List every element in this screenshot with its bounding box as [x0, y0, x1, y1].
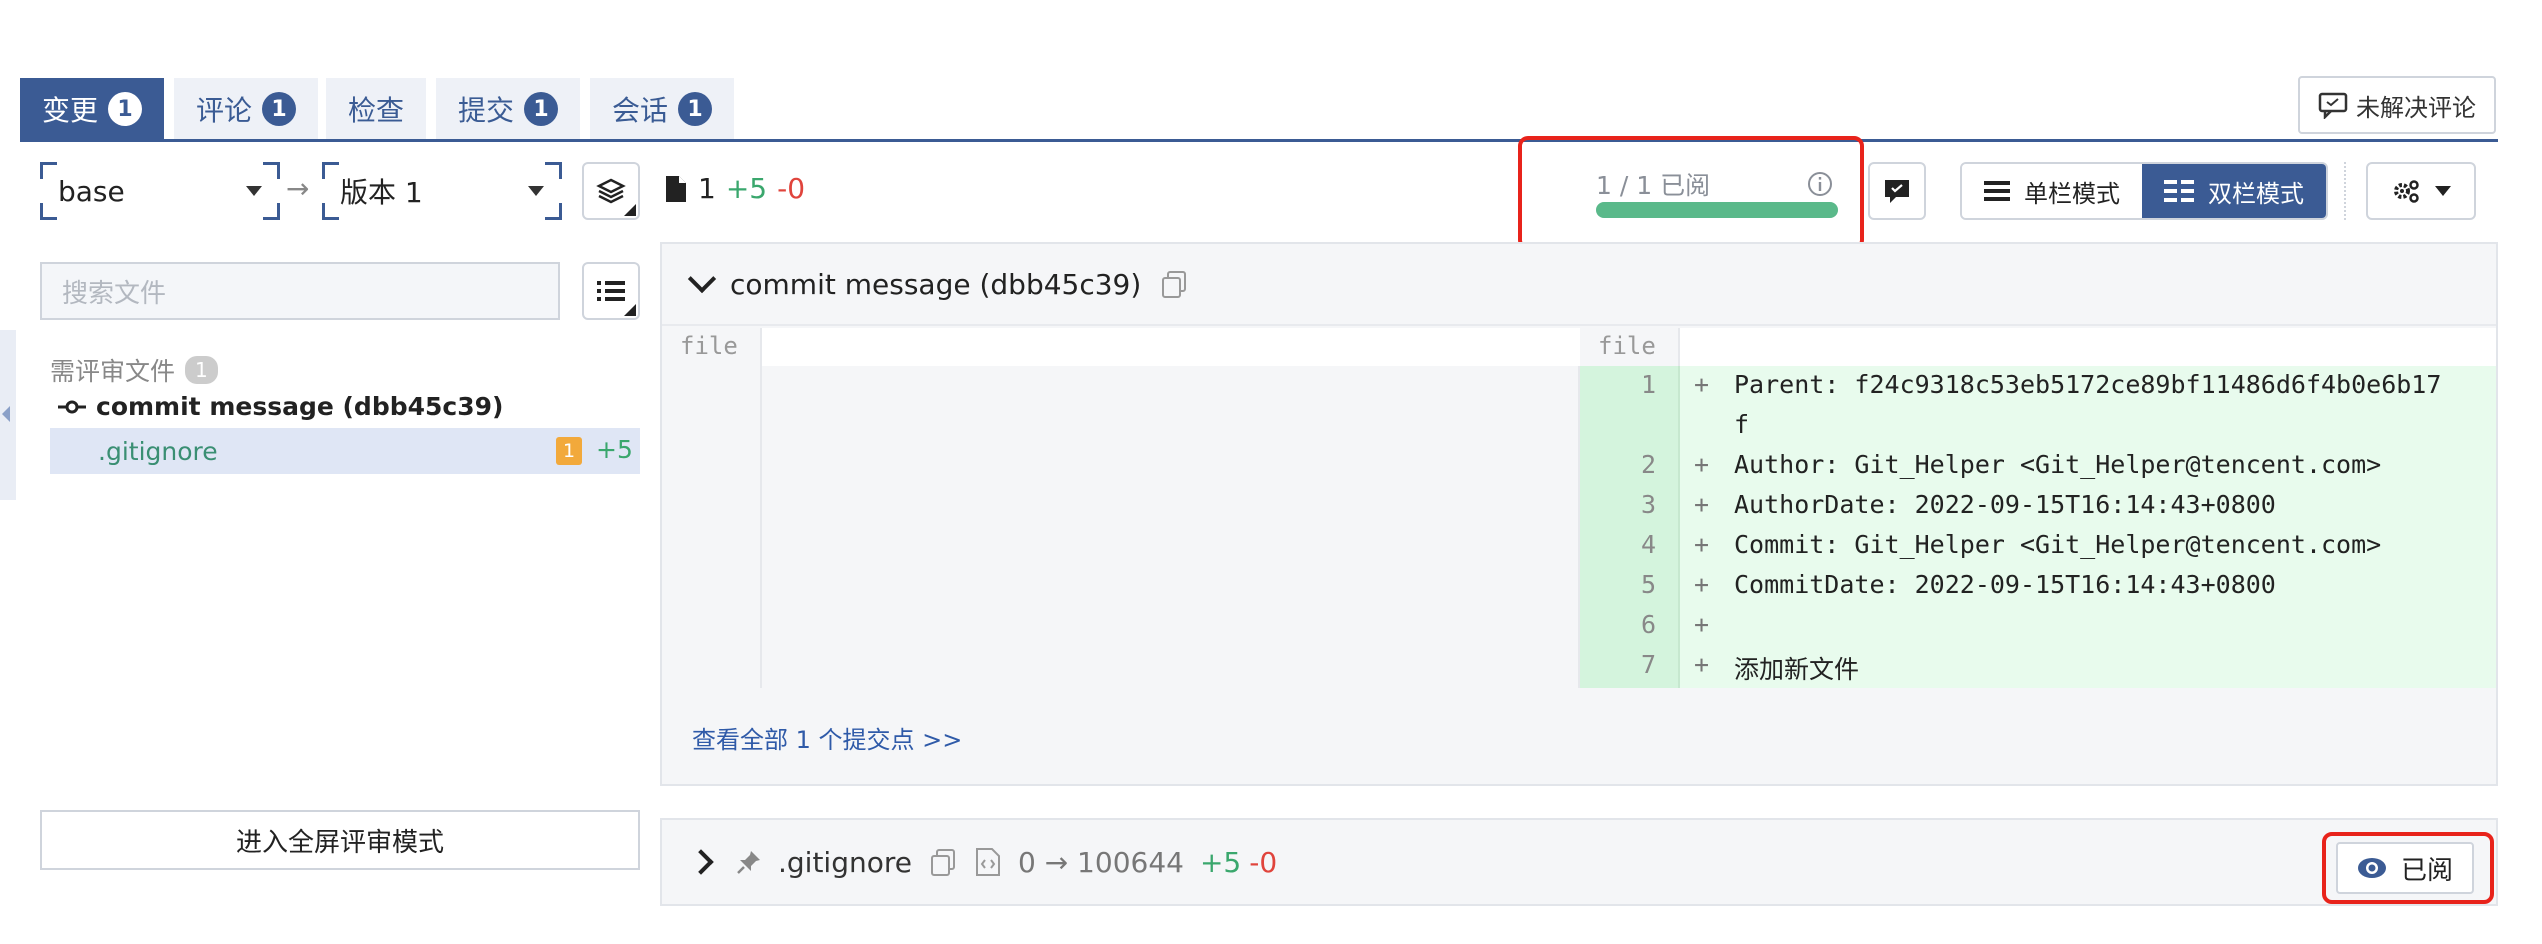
list-icon [597, 281, 625, 301]
file-deletions: -0 [1249, 845, 1278, 879]
single-column-mode-label: 单栏模式 [2024, 179, 2120, 208]
sidebar-commit-item[interactable]: commit message (dbb45c39) [58, 392, 503, 421]
diff-line: 6 + [1640, 610, 1710, 639]
git-commit-icon [58, 400, 86, 413]
chevron-right-icon[interactable] [688, 849, 714, 875]
tab-count-badge: 1 [524, 92, 559, 126]
sidebar-file-item[interactable]: .gitignore 1 +5 [50, 428, 640, 474]
diff-title: commit message (dbb45c39) [730, 267, 1142, 301]
unresolved-comments-label: 未解决评论 [2356, 93, 2476, 122]
review-files-section-title: 需评审文件 1 [50, 352, 218, 388]
double-column-mode-button[interactable]: 双栏模式 [2142, 164, 2326, 218]
comment-icon [2318, 92, 2348, 119]
file-additions: +5 [596, 435, 633, 464]
comment-icon [1885, 180, 1909, 203]
pin-icon[interactable] [736, 849, 762, 875]
view-all-commits-link[interactable]: 查看全部 1 个提交点 >> [692, 720, 962, 755]
file-name: .gitignore [98, 436, 218, 466]
review-progress-fill [1596, 202, 1838, 218]
tab-label: 评论 [196, 94, 253, 127]
base-select-value: base [58, 174, 125, 208]
info-icon[interactable] [1806, 170, 1834, 198]
file-list-button[interactable] [582, 262, 640, 320]
tab-checks[interactable]: 检查 [326, 78, 427, 140]
tab-label: 检查 [348, 94, 405, 127]
tab-comments[interactable]: 评论 1 [174, 78, 319, 140]
layers-icon [596, 178, 626, 204]
commit-label: commit message (dbb45c39) [96, 392, 504, 421]
review-progress-track [1596, 202, 1838, 218]
mark-read-button[interactable]: 已阅 [2336, 842, 2474, 894]
divider [2344, 162, 2346, 220]
left-header-row [762, 328, 1580, 366]
file-name: .gitignore [778, 845, 912, 879]
left-code-area [762, 328, 1580, 688]
mark-read-label: 已阅 [2400, 855, 2453, 886]
single-column-mode-button[interactable]: 单栏模式 [1962, 164, 2142, 218]
tab-sessions[interactable]: 会话 1 [590, 78, 735, 140]
deletions-count: -0 [777, 172, 806, 205]
file-diff-header[interactable]: .gitignore 0 → 100644 +5 -0 [660, 818, 2498, 906]
left-gutter [662, 328, 762, 688]
chevron-down-icon [2435, 186, 2451, 196]
tab-count-badge: 1 [262, 92, 297, 126]
diff-lines: 1 + Parent: f24c9318c53eb5172ce89bf11486… [1580, 370, 2496, 690]
diff-line: 7 + 添加新文件 [1640, 650, 1860, 684]
additions-count: +5 [725, 172, 768, 205]
chevron-down-icon[interactable] [687, 264, 717, 294]
unresolved-comments-button[interactable]: 未解决评论 [2298, 76, 2496, 134]
search-input[interactable]: 搜索文件 [40, 262, 560, 320]
copy-icon[interactable] [928, 847, 958, 877]
diff-line: 4 + Commit: Git_Helper <Git_Helper@tence… [1640, 530, 2382, 559]
double-column-mode-label: 双栏模式 [2208, 179, 2304, 208]
tab-underline [20, 139, 2498, 142]
tab-label: 变更 [42, 94, 99, 127]
view-mode-toggle: 单栏模式 双栏模式 [1960, 162, 2328, 220]
comment-count-badge: 1 [556, 437, 582, 465]
diff-panel-header[interactable]: commit message (dbb45c39) [662, 244, 2496, 326]
gears-icon [2394, 180, 2419, 203]
file-mode-change: 0 → 100644 [1017, 845, 1184, 879]
chevron-down-icon [528, 186, 544, 196]
eye-icon [2357, 858, 2386, 878]
section-count-badge: 1 [185, 356, 218, 384]
copy-icon[interactable] [1159, 269, 1189, 299]
review-progress-text: 1 / 1 已阅 [1596, 171, 1711, 200]
tab-count-badge: 1 [108, 92, 143, 126]
diff-line: f [1734, 410, 1750, 439]
diff-line: 5 + CommitDate: 2022-09-15T16:14:43+0800 [1640, 570, 2276, 599]
version-select-value: 版本 1 [340, 176, 423, 209]
diff-line: 1 + Parent: f24c9318c53eb5172ce89bf11486… [1640, 370, 2442, 399]
file-stats: 1 +5 -0 [664, 172, 805, 205]
comment-toggle-button[interactable] [1868, 162, 1926, 220]
arrow-right-icon: → [286, 172, 310, 205]
columns-icon [2164, 180, 2194, 202]
tab-count-badge: 1 [678, 92, 713, 126]
diff-line: 3 + AuthorDate: 2022-09-15T16:14:43+0800 [1640, 490, 2276, 519]
chevron-down-icon [246, 186, 262, 196]
base-select[interactable]: base [40, 162, 280, 220]
code-file-icon[interactable] [974, 847, 1002, 877]
layers-button[interactable] [582, 162, 640, 220]
fullscreen-review-button[interactable]: 进入全屏评审模式 [40, 810, 640, 870]
right-file-header: file [1598, 332, 1656, 360]
sidebar-collapse-handle[interactable] [0, 330, 16, 500]
right-header-row [1680, 328, 2496, 366]
section-title-label: 需评审文件 [50, 357, 176, 386]
left-file-header: file [680, 332, 738, 360]
version-select[interactable]: 版本 1 [322, 162, 562, 220]
menu-icon [1984, 181, 2010, 201]
file-icon [666, 175, 686, 202]
chevron-left-icon [2, 406, 10, 422]
tab-label: 提交 [458, 94, 515, 127]
tab-label: 会话 [612, 94, 669, 127]
tab-commits[interactable]: 提交 1 [436, 78, 581, 140]
file-additions: +5 [1199, 845, 1242, 879]
file-count: 1 [698, 172, 716, 205]
diff-line: 2 + Author: Git_Helper <Git_Helper@tence… [1640, 450, 2382, 479]
tab-changes[interactable]: 变更 1 [20, 78, 165, 140]
settings-button[interactable] [2366, 162, 2476, 220]
